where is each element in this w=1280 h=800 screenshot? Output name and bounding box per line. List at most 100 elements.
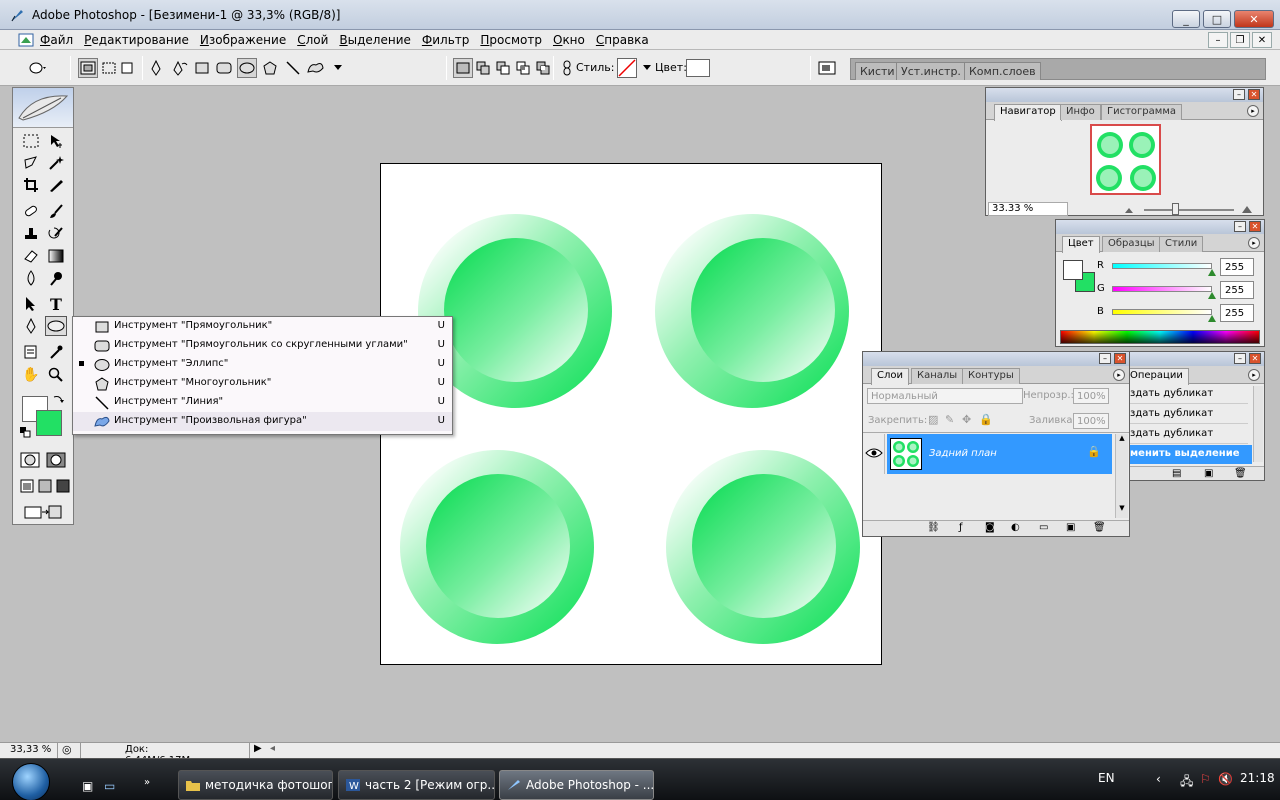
style-dropdown[interactable]: [637, 58, 657, 78]
palette-minimize-button[interactable]: –: [1234, 221, 1246, 232]
well-tab-tool-presets[interactable]: Уст.инстр.: [896, 62, 966, 80]
blue-channel-slider[interactable]: [1112, 309, 1212, 315]
tab-histogram[interactable]: Гистограмма: [1101, 104, 1182, 120]
new-group-icon[interactable]: ▭: [1039, 522, 1048, 533]
rounded-rectangle-shape-button[interactable]: [214, 58, 234, 78]
minimize-button[interactable]: _: [1172, 10, 1200, 28]
language-indicator[interactable]: EN: [1098, 771, 1115, 785]
shape-layers-button[interactable]: [78, 58, 98, 78]
taskbar-button-word[interactable]: W часть 2 [Режим огр...: [338, 770, 495, 800]
type-tool[interactable]: T: [45, 294, 67, 314]
flyout-item-rectangle[interactable]: Инструмент "Прямоугольник" U: [73, 317, 452, 336]
close-button[interactable]: ✕: [1234, 10, 1274, 28]
well-tab-layer-comps[interactable]: Комп.слоев: [964, 62, 1041, 80]
tab-info[interactable]: Инфо: [1060, 104, 1101, 120]
ellipse-shape-button[interactable]: [237, 58, 257, 78]
flyout-item-rounded-rectangle[interactable]: Инструмент "Прямоугольник со скругленным…: [73, 336, 452, 355]
swap-colors-button[interactable]: [51, 392, 65, 406]
slice-tool[interactable]: [45, 175, 67, 195]
flyout-item-line[interactable]: Инструмент "Линия" U: [73, 393, 452, 412]
lock-transparency-icon[interactable]: ▨: [928, 413, 938, 426]
menu-select[interactable]: Выделение: [339, 33, 410, 47]
link-style-button[interactable]: [557, 58, 577, 78]
taskbar-button-folder[interactable]: методичка фотошоп: [178, 770, 333, 800]
blue-channel-thumb[interactable]: [1208, 315, 1216, 322]
zoom-tool[interactable]: [45, 365, 67, 385]
path-selection-tool[interactable]: [20, 294, 42, 314]
palette-close-button[interactable]: ✕: [1248, 89, 1260, 100]
adjustment-layer-icon[interactable]: ◐: [1011, 522, 1020, 533]
polygon-shape-button[interactable]: [260, 58, 280, 78]
blur-tool[interactable]: [20, 268, 42, 288]
history-item[interactable]: здать дубликат: [1128, 406, 1248, 424]
document-icon[interactable]: [18, 33, 34, 47]
history-item[interactable]: здать дубликат: [1128, 426, 1248, 444]
security-alert-icon[interactable]: ⚐: [1200, 772, 1211, 786]
palette-minimize-button[interactable]: –: [1233, 89, 1245, 100]
custom-shape-button[interactable]: [306, 58, 326, 78]
notes-tool[interactable]: [20, 342, 42, 362]
tab-navigator[interactable]: Навигатор: [994, 104, 1062, 121]
clone-stamp-tool[interactable]: [20, 224, 42, 244]
tab-paths[interactable]: Контуры: [962, 368, 1020, 384]
navigator-zoom-field[interactable]: 33.33 %: [988, 202, 1068, 216]
lasso-tool[interactable]: [20, 153, 42, 173]
palette-title-bar[interactable]: – ✕: [1056, 220, 1264, 234]
shape-union-button[interactable]: [473, 58, 493, 78]
green-channel-thumb[interactable]: [1208, 292, 1216, 299]
tab-swatches[interactable]: Образцы: [1102, 236, 1161, 252]
network-icon[interactable]: 🖧: [1180, 772, 1193, 793]
palette-close-button[interactable]: ✕: [1249, 353, 1261, 364]
palette-menu-button[interactable]: ▸: [1248, 237, 1260, 249]
crop-tool[interactable]: [20, 175, 42, 195]
palette-menu-button[interactable]: ▸: [1247, 105, 1259, 117]
move-tool[interactable]: [45, 131, 67, 151]
status-zoom-field[interactable]: 33,33 %: [6, 743, 58, 758]
history-item[interactable]: здать дубликат: [1128, 386, 1248, 404]
doc-restore-button[interactable]: ❐: [1230, 32, 1250, 48]
palette-title-bar[interactable]: – ✕: [986, 88, 1263, 102]
healing-brush-tool[interactable]: [20, 201, 42, 221]
menu-edit[interactable]: Редактирование: [84, 33, 189, 47]
palette-title-bar[interactable]: – ✕: [1124, 352, 1264, 366]
start-button[interactable]: [12, 763, 50, 800]
background-color-swatch[interactable]: [36, 410, 62, 436]
screen-mode-standard[interactable]: [19, 476, 35, 496]
menu-file[interactable]: Файл: [40, 33, 73, 47]
quick-launch-icon[interactable]: ▭: [104, 779, 115, 793]
eyedropper-tool[interactable]: [45, 342, 67, 362]
dodge-tool[interactable]: [45, 268, 67, 288]
jump-to-imageready-button[interactable]: [21, 502, 65, 522]
history-item-selected[interactable]: менить выделение: [1128, 445, 1252, 464]
zoom-out-icon[interactable]: [1124, 206, 1134, 214]
blend-mode-select[interactable]: Нормальный: [867, 388, 1023, 404]
screen-mode-full-menu[interactable]: [37, 476, 53, 496]
hand-tool[interactable]: ✋: [20, 365, 42, 385]
quick-launch-more-icon[interactable]: »: [144, 777, 150, 788]
new-layer-icon[interactable]: ▣: [1066, 522, 1075, 533]
zoom-in-icon[interactable]: [1241, 204, 1253, 214]
pen-tool[interactable]: [20, 316, 42, 336]
brush-tool[interactable]: [45, 201, 67, 221]
freeform-pen-button[interactable]: [170, 58, 190, 78]
tab-channels[interactable]: Каналы: [911, 368, 964, 384]
tab-layers[interactable]: Слои: [871, 368, 909, 385]
toolbox-header[interactable]: [13, 88, 73, 128]
palette-menu-button[interactable]: ▸: [1248, 369, 1260, 381]
taskbar-button-photoshop[interactable]: Adobe Photoshop - ...: [499, 770, 654, 800]
menu-layer[interactable]: Слой: [297, 33, 328, 47]
quick-mask-button[interactable]: [45, 450, 67, 470]
tool-preset-picker[interactable]: [28, 58, 48, 78]
palette-close-button[interactable]: ✕: [1114, 353, 1126, 364]
red-channel-slider[interactable]: [1112, 263, 1212, 269]
new-document-icon[interactable]: ▣: [1204, 468, 1213, 479]
pen-tool-button[interactable]: [146, 58, 166, 78]
palette-minimize-button[interactable]: –: [1099, 353, 1111, 364]
green-channel-value[interactable]: 255: [1220, 281, 1254, 299]
navigator-thumbnail[interactable]: [1090, 124, 1161, 195]
status-info-icon[interactable]: ◎: [62, 743, 72, 756]
clock[interactable]: 21:18: [1240, 771, 1275, 785]
tab-styles[interactable]: Стили: [1159, 236, 1204, 252]
trash-icon[interactable]: 🗑: [1234, 468, 1247, 479]
navigator-zoom-slider[interactable]: [1144, 209, 1234, 211]
